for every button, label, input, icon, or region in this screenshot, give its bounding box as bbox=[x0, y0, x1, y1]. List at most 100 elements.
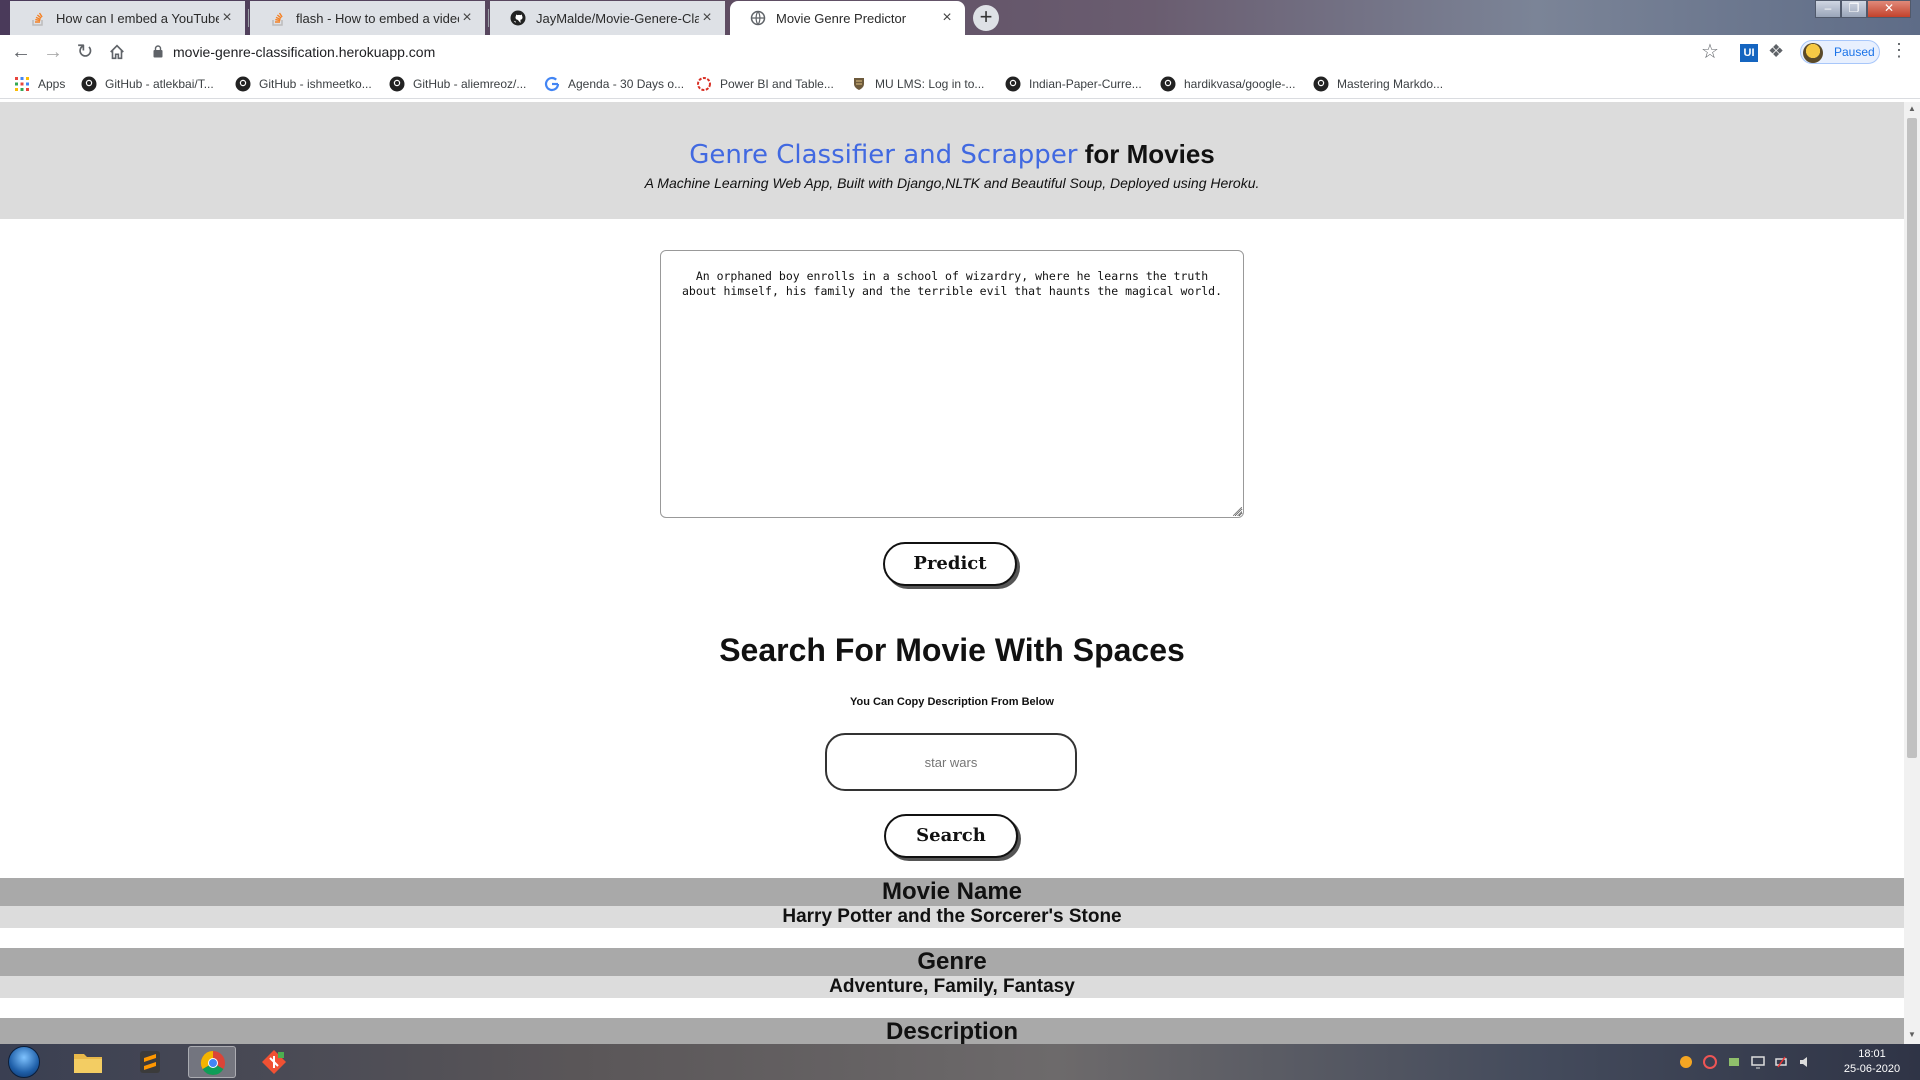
search-button[interactable]: Search bbox=[884, 814, 1018, 858]
red-circle-icon bbox=[697, 77, 711, 91]
browser-tab[interactable]: flash - How to embed a video into × bbox=[250, 1, 485, 35]
bookmark-item[interactable]: MU LMS: Log in to... bbox=[851, 75, 984, 93]
bookmark-item[interactable]: Agenda - 30 Days o... bbox=[544, 75, 684, 93]
tray-display-icon[interactable] bbox=[1750, 1054, 1766, 1070]
bookmark-label: GitHub - atlekbai/T... bbox=[105, 77, 214, 91]
menu-kebab-icon[interactable]: ⋮ bbox=[1890, 40, 1908, 61]
scroll-down-icon[interactable]: ▼ bbox=[1907, 1030, 1917, 1039]
tray-network-icon[interactable] bbox=[1726, 1054, 1742, 1070]
clock-time: 18:01 bbox=[1858, 1048, 1886, 1060]
github-icon bbox=[510, 10, 526, 26]
tray-battery-icon[interactable] bbox=[1774, 1054, 1790, 1070]
scroll-thumb[interactable] bbox=[1907, 118, 1917, 758]
bookmark-item[interactable]: Power BI and Table... bbox=[696, 75, 834, 93]
result-heading-genre: Genre bbox=[0, 948, 1904, 976]
tray-volume-icon[interactable] bbox=[1798, 1054, 1814, 1070]
stackoverflow-icon bbox=[272, 12, 283, 26]
minimize-button[interactable]: – bbox=[1815, 0, 1841, 18]
github-icon bbox=[81, 76, 97, 92]
scroll-up-icon[interactable]: ▲ bbox=[1907, 104, 1917, 113]
github-icon bbox=[1160, 76, 1176, 92]
window-close-button[interactable]: ✕ bbox=[1867, 0, 1911, 18]
bookmark-label: hardikvasa/google-... bbox=[1184, 77, 1296, 91]
close-icon[interactable]: × bbox=[219, 9, 235, 27]
bookmark-item[interactable]: hardikvasa/google-... bbox=[1160, 75, 1295, 93]
tab-title: How can I embed a YouTube vide bbox=[56, 10, 219, 26]
new-tab-button[interactable]: + bbox=[973, 5, 999, 31]
result-value-movie-name: Harry Potter and the Sorcerer's Stone bbox=[0, 906, 1904, 928]
close-icon[interactable]: × bbox=[699, 9, 715, 27]
windows-taskbar: 18:01 25-06-2020 bbox=[0, 1044, 1920, 1080]
predict-button[interactable]: Predict bbox=[883, 542, 1017, 586]
git-gui-icon[interactable] bbox=[250, 1046, 298, 1078]
tray-update-icon[interactable] bbox=[1702, 1054, 1718, 1070]
bookmark-apps[interactable]: Apps bbox=[14, 75, 65, 93]
browser-toolbar: ← → ↻ movie-genre-classification.herokua… bbox=[0, 35, 1920, 69]
browser-tab[interactable]: JayMalde/Movie-Genere-Classific × bbox=[490, 1, 725, 35]
browser-tab-strip: How can I embed a YouTube vide × flash -… bbox=[0, 0, 1920, 35]
github-icon bbox=[1005, 76, 1021, 92]
tray-app-icon[interactable] bbox=[1678, 1054, 1694, 1070]
url-text: movie-genre-classification.herokuapp.com bbox=[173, 44, 436, 60]
home-icon[interactable] bbox=[104, 39, 130, 65]
bookmark-label: GitHub - aliemreoz/... bbox=[413, 77, 527, 91]
address-bar[interactable]: movie-genre-classification.herokuapp.com bbox=[145, 39, 1717, 66]
bookmarks-bar: Apps GitHub - atlekbai/T... GitHub - ish… bbox=[0, 69, 1920, 99]
bookmark-item[interactable]: GitHub - aliemreoz/... bbox=[389, 75, 526, 93]
bookmark-label: Power BI and Table... bbox=[720, 77, 834, 91]
search-heading: Search For Movie With Spaces bbox=[719, 632, 1185, 668]
chrome-icon[interactable] bbox=[188, 1046, 236, 1078]
apps-grid-icon bbox=[15, 77, 29, 91]
close-icon[interactable]: × bbox=[939, 9, 955, 27]
bookmark-label: Agenda - 30 Days o... bbox=[568, 77, 685, 91]
browser-tab-active[interactable]: Movie Genre Predictor × bbox=[730, 1, 965, 35]
reload-icon[interactable]: ↻ bbox=[72, 39, 98, 65]
system-tray bbox=[1678, 1054, 1814, 1072]
back-arrow-icon[interactable]: ← bbox=[8, 39, 34, 65]
bookmark-label: Indian-Paper-Curre... bbox=[1029, 77, 1142, 91]
profile-button[interactable]: Paused bbox=[1800, 40, 1880, 64]
tab-title: Movie Genre Predictor bbox=[776, 10, 907, 26]
forward-arrow-icon[interactable]: → bbox=[40, 39, 66, 65]
page-header: Genre Classifier and Scrapper for Movies… bbox=[0, 102, 1904, 219]
sublime-text-icon[interactable] bbox=[126, 1046, 174, 1078]
close-icon[interactable]: × bbox=[459, 9, 475, 27]
resize-grip-icon[interactable] bbox=[1233, 507, 1242, 516]
movie-search-input[interactable] bbox=[825, 733, 1077, 791]
ui-extension-icon[interactable]: UI bbox=[1740, 44, 1758, 62]
restore-button[interactable]: ❐ bbox=[1841, 0, 1867, 18]
bookmark-item[interactable]: GitHub - atlekbai/T... bbox=[81, 75, 214, 93]
result-heading-description: Description bbox=[0, 1018, 1904, 1044]
bookmark-item[interactable]: Indian-Paper-Curre... bbox=[1005, 75, 1142, 93]
page-scrollbar[interactable]: ▲ ▼ bbox=[1904, 102, 1920, 1044]
title-highlight: Genre Classifier and Scrapper bbox=[689, 140, 1078, 170]
title-suffix: for Movies bbox=[1077, 139, 1215, 169]
page-title: Genre Classifier and Scrapper for Movies bbox=[0, 138, 1904, 171]
bookmark-label: Apps bbox=[38, 77, 66, 91]
page-subtitle: A Machine Learning Web App, Built with D… bbox=[644, 175, 1260, 191]
browser-tab[interactable]: How can I embed a YouTube vide × bbox=[10, 1, 245, 35]
avatar bbox=[1803, 43, 1823, 63]
github-icon bbox=[1313, 76, 1329, 92]
github-icon bbox=[389, 76, 405, 92]
file-explorer-icon[interactable] bbox=[64, 1046, 112, 1078]
bookmark-label: Mastering Markdo... bbox=[1337, 77, 1444, 91]
bookmark-item[interactable]: Mastering Markdo... bbox=[1313, 75, 1443, 93]
bookmark-star-icon[interactable]: ☆ bbox=[1701, 39, 1719, 64]
tab-title: flash - How to embed a video into bbox=[296, 10, 459, 26]
profile-status: Paused bbox=[1834, 45, 1875, 59]
bookmark-item[interactable]: GitHub - ishmeetko... bbox=[235, 75, 372, 93]
github-icon bbox=[235, 76, 251, 92]
taskbar-clock[interactable]: 18:01 25-06-2020 bbox=[1832, 1047, 1912, 1077]
stackoverflow-icon bbox=[32, 12, 43, 26]
description-textarea[interactable]: An orphaned boy enrolls in a school of w… bbox=[660, 250, 1244, 518]
start-button[interactable] bbox=[8, 1046, 40, 1078]
tab-divider bbox=[488, 9, 489, 27]
lock-icon bbox=[153, 45, 163, 58]
bookmark-label: MU LMS: Log in to... bbox=[875, 77, 985, 91]
extensions-puzzle-icon[interactable]: ❖ bbox=[1768, 41, 1784, 62]
tab-divider bbox=[248, 9, 249, 27]
result-value-genre: Adventure, Family, Fantasy bbox=[0, 976, 1904, 998]
globe-icon bbox=[750, 10, 766, 26]
web-page: Genre Classifier and Scrapper for Movies… bbox=[0, 102, 1904, 1044]
